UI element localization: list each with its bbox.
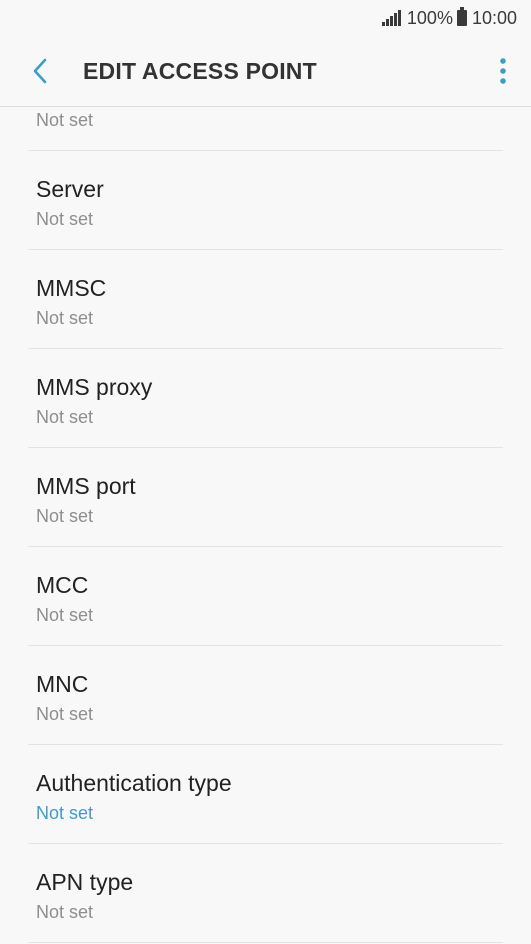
chevron-left-icon bbox=[33, 58, 47, 84]
clock: 10:00 bbox=[471, 7, 517, 28]
item-label: MCC bbox=[36, 572, 89, 598]
battery-percent: 100% bbox=[406, 7, 453, 28]
back-button[interactable] bbox=[0, 36, 80, 106]
list-item-mnc[interactable]: MNC Not set bbox=[0, 646, 531, 744]
item-value: Not set bbox=[36, 902, 94, 922]
item-label: MMS proxy bbox=[36, 374, 153, 400]
settings-list: Not set Server Not set MMSC Not set MMS … bbox=[0, 107, 531, 943]
list-item-partial[interactable]: Not set bbox=[0, 107, 531, 150]
item-value: Not set bbox=[36, 209, 94, 229]
list-item-server[interactable]: Server Not set bbox=[0, 151, 531, 249]
item-label: MNC bbox=[36, 671, 89, 697]
app-bar: EDIT ACCESS POINT bbox=[0, 36, 531, 107]
item-label: Authentication type bbox=[36, 770, 232, 796]
battery-icon bbox=[456, 7, 467, 26]
item-label: MMSC bbox=[36, 275, 107, 301]
item-value: Not set bbox=[36, 110, 94, 130]
page-title: EDIT ACCESS POINT bbox=[83, 57, 317, 84]
item-label: MMS port bbox=[36, 473, 136, 499]
item-value: Not set bbox=[36, 506, 94, 526]
signal-icon bbox=[381, 10, 401, 26]
edit-access-point-screen: 100% 10:00 EDIT ACCESS POINT Not set Ser… bbox=[0, 0, 531, 944]
item-value: Not set bbox=[36, 308, 94, 328]
list-item-mms-port[interactable]: MMS port Not set bbox=[0, 448, 531, 546]
list-item-apn-type[interactable]: APN type Not set bbox=[0, 844, 531, 942]
status-bar: 100% 10:00 bbox=[0, 0, 531, 36]
item-value: Not set bbox=[36, 407, 94, 427]
list-item-authentication-type[interactable]: Authentication type Not set bbox=[0, 745, 531, 843]
item-label: APN type bbox=[36, 869, 134, 895]
more-vert-icon bbox=[500, 58, 506, 84]
list-item-mcc[interactable]: MCC Not set bbox=[0, 547, 531, 645]
item-value: Not set bbox=[36, 803, 94, 823]
list-item-mms-proxy[interactable]: MMS proxy Not set bbox=[0, 349, 531, 447]
more-options-button[interactable] bbox=[475, 36, 531, 106]
item-value: Not set bbox=[36, 704, 94, 724]
item-value: Not set bbox=[36, 605, 94, 625]
list-item-mmsc[interactable]: MMSC Not set bbox=[0, 250, 531, 348]
item-label: Server bbox=[36, 176, 104, 202]
divider bbox=[28, 942, 503, 943]
